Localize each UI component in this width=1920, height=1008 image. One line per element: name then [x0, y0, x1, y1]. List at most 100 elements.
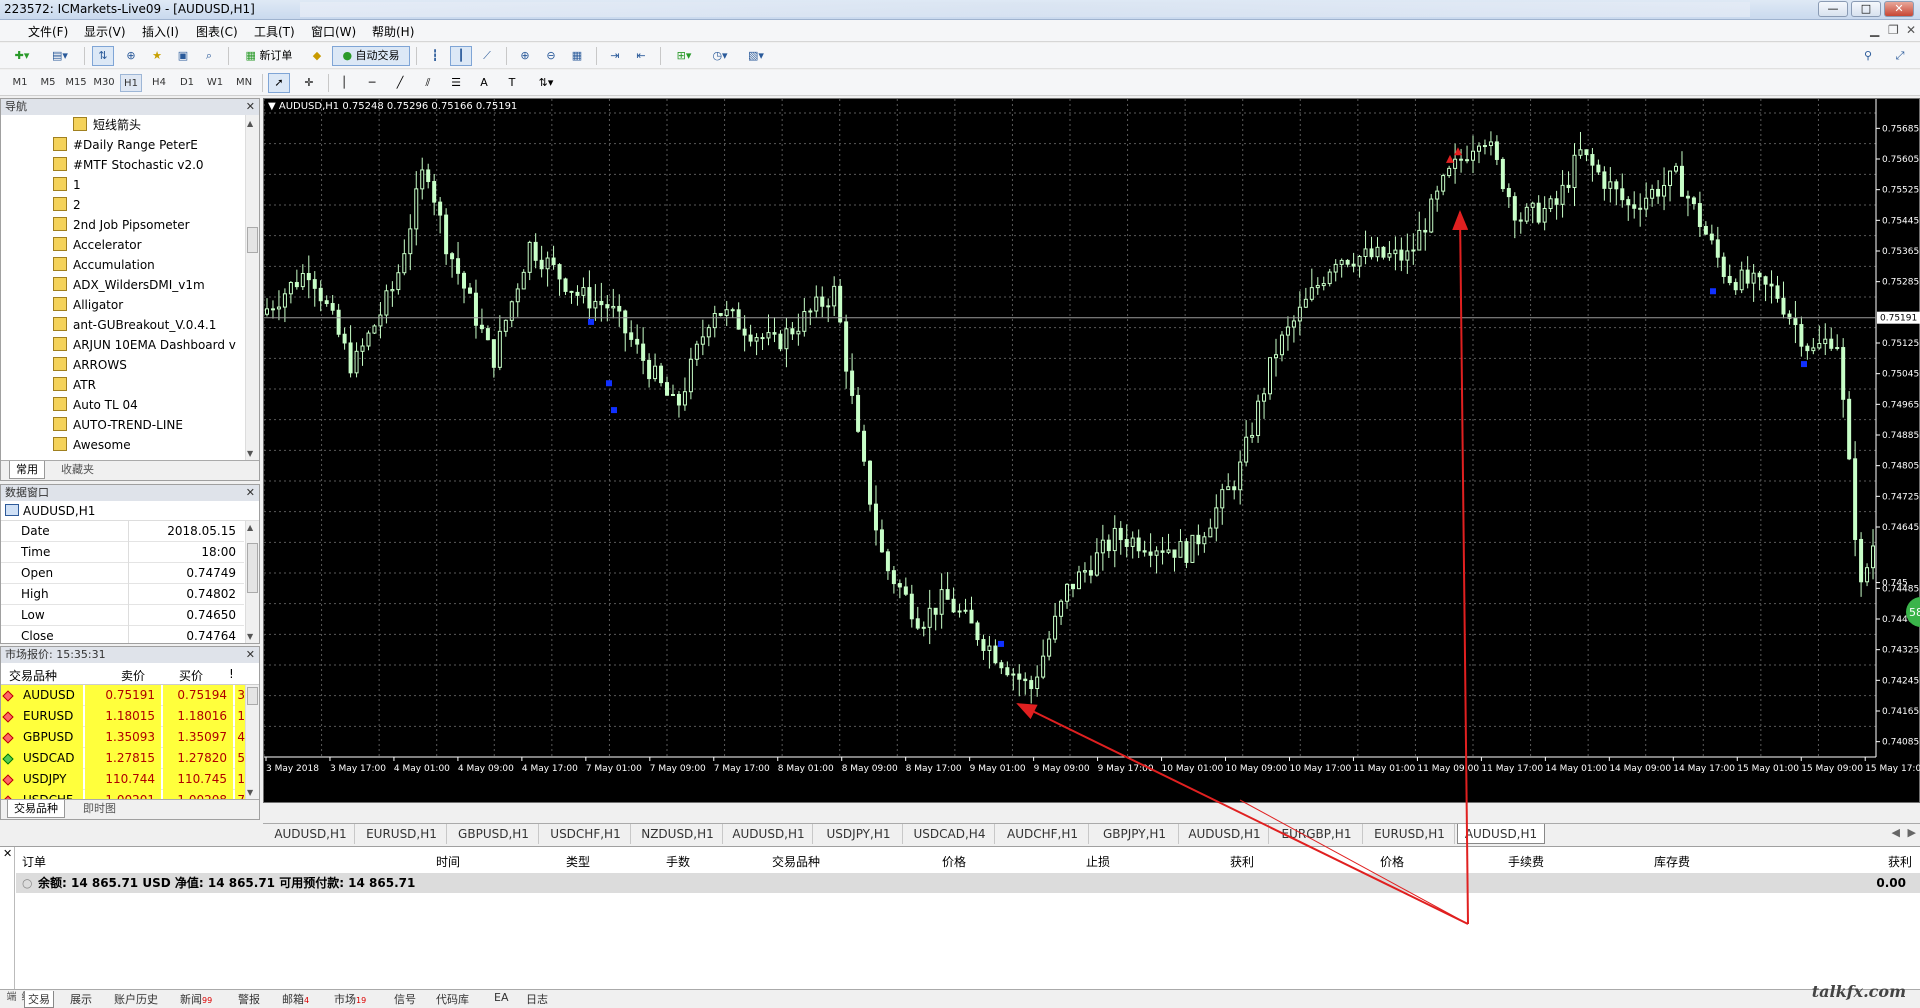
navigator-item[interactable]: Accumulation [53, 255, 155, 275]
terminal-col[interactable]: 手数 [666, 853, 690, 870]
channel-icon[interactable]: ⫽ [418, 73, 438, 93]
trendline-icon[interactable]: ╱ [390, 73, 410, 93]
navigator-item[interactable]: Alligator [53, 295, 123, 315]
chart-tab[interactable]: GBPJPY,H1 [1091, 824, 1179, 844]
metaeditor-icon[interactable]: ◆ [306, 46, 328, 66]
tabs-scroll-right-icon[interactable]: ▶ [1908, 826, 1916, 839]
strategy-tester-icon[interactable]: ⌕ [198, 46, 220, 66]
cursor-icon[interactable]: ➚ [268, 73, 290, 93]
expand-icon[interactable]: ⤢ [1890, 46, 1910, 66]
chart-tab[interactable]: AUDCHF,H1 [997, 824, 1089, 844]
chart-tab[interactable]: USDCAD,H4 [905, 824, 995, 844]
terminal-close-icon[interactable]: ✕ [3, 847, 12, 860]
close-icon[interactable]: ✕ [246, 485, 255, 501]
fibonacci-icon[interactable]: ☰ [446, 73, 466, 93]
price-chart[interactable]: 0.756850.756050.755250.754450.753650.752… [263, 98, 1920, 803]
new-order-button[interactable]: ▦ 新订单 [236, 46, 302, 66]
chart-tab[interactable]: AUDUSD,H1 [267, 824, 355, 844]
navigator-icon[interactable]: ★ [146, 46, 168, 66]
close-button[interactable]: ✕ [1884, 1, 1914, 17]
terminal-col[interactable]: 交易品种 [772, 853, 820, 870]
mdi-restore-icon[interactable]: ❐ [1888, 23, 1899, 37]
quote-row[interactable]: USDCHF1.002011.002087 [1, 790, 244, 799]
navigator-item[interactable]: ATR [53, 375, 96, 395]
terminal-col[interactable]: 价格 [942, 853, 966, 870]
menu-tools[interactable]: 工具(T) [254, 23, 295, 40]
mdi-minimize-icon[interactable]: ▁ [1870, 23, 1879, 37]
timeframe-m30[interactable]: M30 [91, 74, 117, 92]
bar-chart-icon[interactable]: ┇ [424, 46, 446, 66]
indicators-icon[interactable]: ⊞▾ [668, 46, 700, 66]
col-bid[interactable]: 卖价 [121, 667, 145, 684]
menu-charts[interactable]: 图表(C) [196, 23, 238, 40]
tab-tick-chart[interactable]: 即时图 [77, 800, 122, 818]
navigator-item[interactable]: ARJUN 10EMA Dashboard v [53, 335, 236, 355]
scroll-up-icon[interactable]: ▲ [247, 119, 253, 128]
navigator-item[interactable]: Accelerator [53, 235, 142, 255]
balance-row[interactable]: ○ 余额: 14 865.71 USD 净值: 14 865.71 可用预付款:… [16, 873, 1920, 893]
scroll-down-icon[interactable]: ▼ [247, 632, 253, 641]
navigator-item[interactable]: 短线箭头 [73, 115, 141, 135]
scroll-thumb[interactable] [247, 543, 258, 593]
timeframe-h1[interactable]: H1 [120, 74, 142, 92]
navigator-item[interactable]: #Daily Range PeterE [53, 135, 198, 155]
close-icon[interactable]: ✕ [246, 647, 255, 663]
chart-collapse-icon[interactable]: ▼ [268, 101, 279, 112]
chart-tab[interactable]: AUDUSD,H1 [1181, 824, 1269, 844]
scroll-thumb[interactable] [247, 227, 258, 253]
profiles-icon[interactable]: ▤▾ [44, 46, 76, 66]
menu-help[interactable]: 帮助(H) [372, 23, 414, 40]
chart-tab[interactable]: USDCHF,H1 [541, 824, 631, 844]
scroll-down-icon[interactable]: ▼ [247, 449, 253, 458]
line-chart-icon[interactable]: ⟋ [476, 46, 498, 66]
terminal-col[interactable]: 获利 [1888, 853, 1912, 870]
data-window-icon[interactable]: ⊕ [120, 46, 142, 66]
chart-tab[interactable]: AUDUSD,H1 [1457, 824, 1545, 844]
tab-common[interactable]: 常用 [9, 461, 45, 479]
quote-row[interactable]: USDCAD1.278151.278205 [1, 748, 244, 769]
quote-row[interactable]: USDJPY110.744110.7451 [1, 769, 244, 790]
timeframe-h4[interactable]: H4 [148, 74, 170, 92]
crosshair-icon[interactable]: ✛ [298, 73, 320, 93]
zoom-out-icon[interactable]: ⊖ [540, 46, 562, 66]
terminal-icon[interactable]: ▣ [172, 46, 194, 66]
horizontal-line-icon[interactable]: ─ [362, 73, 382, 93]
navigator-item[interactable]: #MTF Stochastic v2.0 [53, 155, 204, 175]
navigator-item[interactable]: 2 [53, 195, 81, 215]
chart-tab[interactable]: AUDUSD,H1 [725, 824, 813, 844]
mdi-close-icon[interactable]: ✕ [1906, 23, 1916, 37]
terminal-col[interactable]: 类型 [566, 853, 590, 870]
candlestick-icon[interactable]: ┃ [450, 46, 472, 66]
timeframe-d1[interactable]: D1 [176, 74, 198, 92]
navigator-item[interactable]: Awesome [53, 435, 131, 455]
templates-icon[interactable]: ▧▾ [740, 46, 772, 66]
search-icon[interactable]: ⚲ [1858, 46, 1878, 66]
col-ask[interactable]: 买价 [179, 667, 203, 684]
menu-view[interactable]: 显示(V) [84, 23, 126, 40]
tab-symbols[interactable]: 交易品种 [7, 800, 65, 818]
close-icon[interactable]: ✕ [246, 99, 255, 115]
timeframe-m5[interactable]: M5 [36, 74, 60, 92]
menu-insert[interactable]: 插入(I) [142, 23, 179, 40]
terminal-col[interactable]: 时间 [436, 853, 460, 870]
quote-row[interactable]: EURUSD1.180151.180161 [1, 706, 244, 727]
minimize-button[interactable]: — [1818, 1, 1848, 17]
menu-window[interactable]: 窗口(W) [311, 23, 356, 40]
timeframe-m1[interactable]: M1 [8, 74, 32, 92]
quote-row[interactable]: AUDUSD0.751910.751943 [1, 685, 244, 706]
timeframe-w1[interactable]: W1 [204, 74, 226, 92]
col-symbol[interactable]: 交易品种 [9, 667, 57, 684]
terminal-col[interactable]: 库存费 [1654, 853, 1690, 870]
chart-tab[interactable]: USDJPY,H1 [815, 824, 903, 844]
navigator-item[interactable]: AUTO-TREND-LINE [53, 415, 183, 435]
timeframe-m15[interactable]: M15 [63, 74, 89, 92]
terminal-col[interactable]: 价格 [1380, 853, 1404, 870]
new-chart-icon[interactable]: ✚▾ [6, 46, 38, 66]
col-spread[interactable]: ! [229, 667, 234, 681]
text-icon[interactable]: A [474, 73, 494, 93]
auto-scroll-icon[interactable]: ⇥ [604, 46, 626, 66]
scroll-up-icon[interactable]: ▲ [247, 523, 253, 532]
navigator-item[interactable]: Auto TL 04 [53, 395, 138, 415]
scroll-thumb[interactable] [247, 687, 258, 705]
chart-tab[interactable]: EURUSD,H1 [1365, 824, 1455, 844]
